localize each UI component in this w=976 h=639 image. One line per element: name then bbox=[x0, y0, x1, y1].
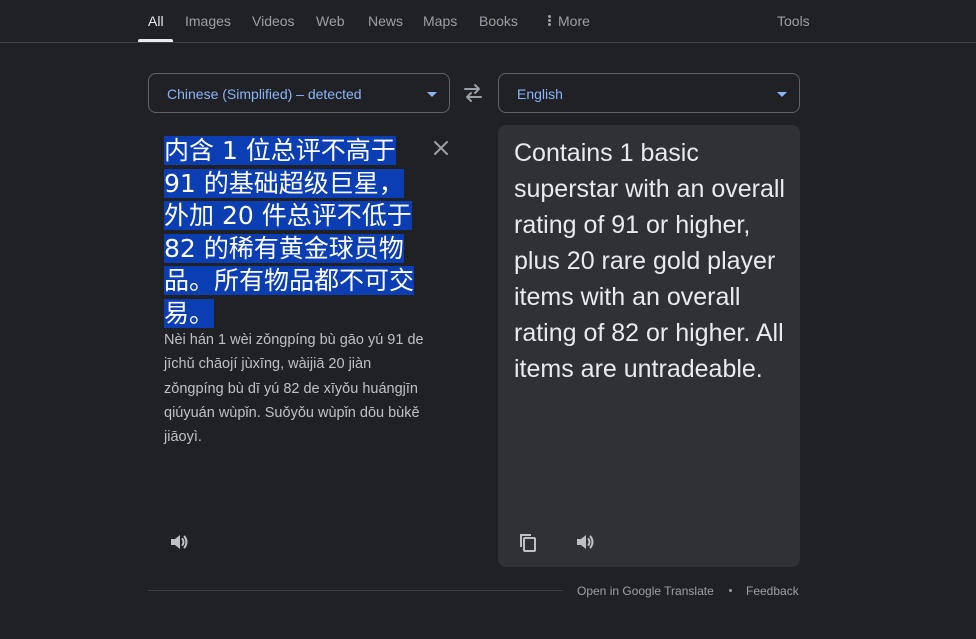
tools-button[interactable]: Tools bbox=[777, 0, 810, 42]
tab-videos[interactable]: Videos bbox=[252, 0, 295, 42]
dropdown-caret-icon bbox=[427, 92, 437, 97]
tab-books[interactable]: Books bbox=[479, 0, 518, 42]
speaker-icon bbox=[171, 535, 188, 549]
swap-arrows-icon bbox=[464, 84, 482, 102]
dropdown-caret-icon bbox=[777, 92, 787, 97]
target-language-select[interactable]: English bbox=[498, 73, 800, 113]
clear-source-button[interactable] bbox=[431, 138, 451, 158]
tab-all[interactable]: All bbox=[148, 0, 164, 42]
tab-more-label: More bbox=[558, 13, 590, 29]
active-tab-indicator bbox=[138, 39, 173, 42]
tab-images[interactable]: Images bbox=[185, 0, 231, 42]
feedback-link[interactable]: Feedback bbox=[746, 582, 799, 600]
source-text-selection: 内含 1 位总评不高于 91 的基础超级巨星，外加 20 件总评不低于 82 的… bbox=[164, 136, 415, 328]
copy-icon bbox=[520, 534, 536, 552]
search-tabs-bar: All Images Videos Web News Maps Books Mo… bbox=[0, 0, 976, 43]
tab-web[interactable]: Web bbox=[316, 0, 345, 42]
source-language-select[interactable]: Chinese (Simplified) – detected bbox=[148, 73, 450, 113]
translated-text: Contains 1 basic superstar with an overa… bbox=[514, 139, 785, 383]
swap-languages-button[interactable] bbox=[460, 80, 486, 106]
footer-separator-dot bbox=[729, 589, 732, 592]
translation-output-panel: Contains 1 basic superstar with an overa… bbox=[498, 125, 800, 567]
copy-translation-button[interactable] bbox=[517, 532, 539, 554]
vertical-dots-icon bbox=[548, 14, 551, 27]
tab-more[interactable]: More bbox=[548, 0, 590, 42]
target-listen-button[interactable] bbox=[573, 530, 597, 554]
footer-divider bbox=[148, 590, 563, 591]
close-icon bbox=[434, 141, 448, 155]
open-in-google-translate-link[interactable]: Open in Google Translate bbox=[577, 582, 714, 600]
tab-maps[interactable]: Maps bbox=[423, 0, 457, 42]
tab-news[interactable]: News bbox=[368, 0, 403, 42]
source-language-label: Chinese (Simplified) – detected bbox=[167, 86, 362, 102]
romanization-text: Nèi hán 1 wèi zǒngpíng bù gāo yú 91 de j… bbox=[164, 332, 424, 446]
source-listen-button[interactable] bbox=[167, 530, 191, 554]
target-language-label: English bbox=[517, 86, 563, 102]
speaker-icon bbox=[577, 535, 594, 549]
source-text-input[interactable]: 内含 1 位总评不高于 91 的基础超级巨星，外加 20 件总评不低于 82 的… bbox=[164, 135, 426, 330]
